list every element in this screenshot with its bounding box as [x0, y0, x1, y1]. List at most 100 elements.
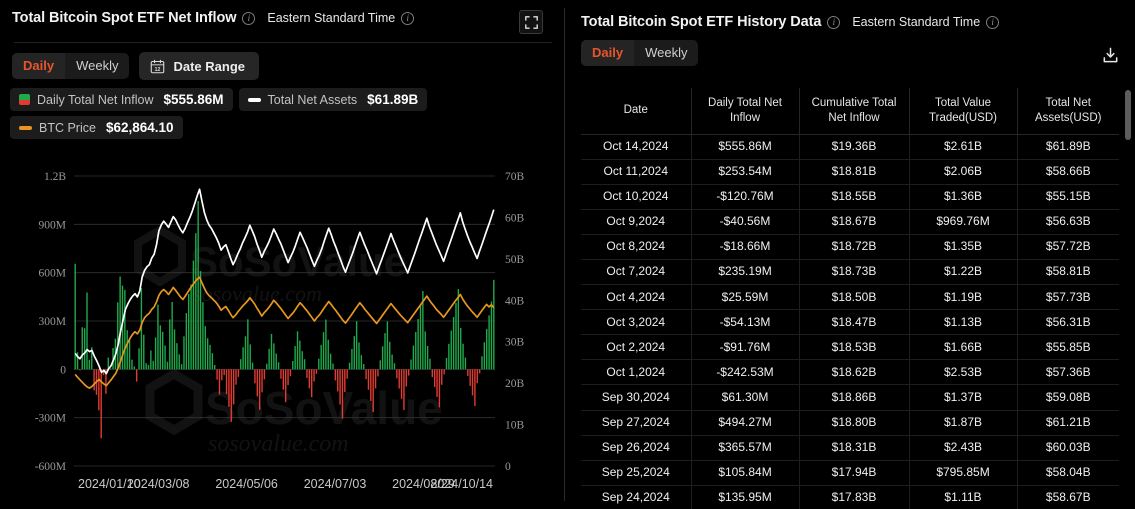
- cell-cumulative-net-inflow: $18.50B: [799, 284, 910, 311]
- table-row[interactable]: Oct 9,2024 -$40.56M $18.67B $969.76M $56.63B: [581, 209, 1119, 235]
- col-header-cumulative-net-inflow[interactable]: Cumulative Total Net Inflow: [799, 88, 910, 135]
- legend-total-net-assets[interactable]: Total Net Assets $61.89B: [238, 88, 428, 111]
- table-scrollbar-track[interactable]: [1125, 88, 1133, 509]
- cell-total-net-assets: $57.36B: [1017, 359, 1119, 386]
- period-daily[interactable]: Daily: [12, 53, 66, 79]
- legend-daily-net-inflow[interactable]: Daily Total Net Inflow $555.86M: [10, 88, 233, 111]
- table-row[interactable]: Oct 10,2024 -$120.76M $18.55B $1.36B $55.15B: [581, 184, 1119, 210]
- cell-daily-net-inflow: -$91.76M: [691, 334, 800, 361]
- cell-total-net-assets: $61.21B: [1017, 410, 1119, 436]
- legend-value-btc: $62,864.10: [105, 120, 174, 135]
- date-range-button[interactable]: 12 Date Range: [139, 52, 259, 80]
- cell-cumulative-net-inflow: $18.53B: [799, 334, 910, 361]
- download-button[interactable]: [1099, 44, 1121, 66]
- table-row[interactable]: Sep 26,2024 $365.57M $18.31B $2.43B $60.03B: [581, 435, 1119, 461]
- period-weekly[interactable]: Weekly: [65, 53, 129, 79]
- table-row[interactable]: Oct 2,2024 -$91.76M $18.53B $1.66B $55.85B: [581, 334, 1119, 361]
- col-header-total-net-assets[interactable]: Total Net Assets(USD): [1017, 88, 1119, 135]
- cell-total-value-traded: $1.36B: [909, 184, 1018, 210]
- history-title: Total Bitcoin Spot ETF History Data: [581, 14, 822, 30]
- table-row[interactable]: Sep 25,2024 $105.84M $17.94B $795.85M $58.04…: [581, 460, 1119, 486]
- cell-daily-net-inflow: -$54.13M: [691, 309, 800, 336]
- cell-total-value-traded: $1.66B: [909, 334, 1018, 361]
- cell-total-net-assets: $57.73B: [1017, 284, 1119, 311]
- table-header-row: Date Daily Total Net Inflow Cumulative T…: [581, 88, 1119, 135]
- table-row[interactable]: Oct 4,2024 $25.59M $18.50B $1.19B $57.73B: [581, 284, 1119, 311]
- cell-date: Sep 27,2024: [581, 410, 692, 436]
- cell-total-value-traded: $1.87B: [909, 410, 1018, 436]
- cell-daily-net-inflow: $494.27M: [691, 410, 800, 436]
- page-title: Total Bitcoin Spot ETF Net Inflow: [12, 10, 237, 26]
- legend-label-assets: Total Net Assets: [267, 92, 358, 107]
- y2-axis-tick: 50B: [505, 254, 525, 266]
- cell-total-net-assets: $56.31B: [1017, 309, 1119, 336]
- table-row[interactable]: Sep 30,2024 $61.30M $18.86B $1.37B $59.08B: [581, 384, 1119, 411]
- cell-date: Oct 1,2024: [581, 359, 692, 386]
- cell-cumulative-net-inflow: $19.36B: [799, 134, 910, 160]
- table-scrollbar-thumb[interactable]: [1125, 90, 1131, 140]
- legend-btc-price[interactable]: BTC Price $62,864.10: [10, 116, 183, 139]
- cell-daily-net-inflow: -$18.66M: [691, 234, 800, 260]
- fullscreen-icon: [524, 15, 538, 29]
- table-row[interactable]: Oct 1,2024 -$242.53M $18.62B $2.53B $57.36B: [581, 359, 1119, 386]
- history-timezone-label: Eastern Standard Time: [852, 15, 981, 29]
- cell-total-net-assets: $61.89B: [1017, 134, 1119, 160]
- x-axis-tick: 2024/10/14: [430, 477, 493, 491]
- timezone-info-icon[interactable]: i: [401, 11, 415, 25]
- table-row[interactable]: Sep 24,2024 $135.95M $17.83B $1.11B $58.67B: [581, 485, 1119, 509]
- cell-date: Oct 14,2024: [581, 134, 692, 160]
- cell-cumulative-net-inflow: $18.80B: [799, 410, 910, 436]
- right-panel-header: Total Bitcoin Spot ETF History Data i Ea…: [565, 0, 1135, 62]
- cell-daily-net-inflow: -$242.53M: [691, 359, 800, 386]
- calendar-icon: 12: [150, 59, 165, 74]
- table-row[interactable]: Oct 7,2024 $235.19M $18.73B $1.22B $58.81B: [581, 259, 1119, 286]
- history-title-info-icon[interactable]: i: [827, 15, 841, 29]
- cell-cumulative-net-inflow: $18.55B: [799, 184, 910, 210]
- table-row[interactable]: Oct 14,2024 $555.86M $19.36B $2.61B $61.89B: [581, 134, 1119, 160]
- left-panel-header: Total Bitcoin Spot ETF Net Inflow i East…: [0, 0, 565, 40]
- y2-axis-tick: 60B: [505, 212, 525, 224]
- col-header-total-value-traded[interactable]: Total Value Traded(USD): [909, 88, 1018, 135]
- table-row[interactable]: Sep 27,2024 $494.27M $18.80B $1.87B $61.21B: [581, 410, 1119, 436]
- cell-total-net-assets: $56.63B: [1017, 209, 1119, 235]
- history-timezone-info-icon[interactable]: i: [986, 15, 1000, 29]
- history-table: Date Daily Total Net Inflow Cumulative T…: [581, 88, 1119, 509]
- cell-date: Oct 8,2024: [581, 234, 692, 260]
- cell-cumulative-net-inflow: $17.83B: [799, 485, 910, 509]
- col-header-daily-net-inflow[interactable]: Daily Total Net Inflow: [691, 88, 800, 135]
- legend-swatch-white-icon: [247, 97, 261, 102]
- fullscreen-button[interactable]: [519, 10, 543, 34]
- legend-value-daily: $555.86M: [163, 92, 224, 107]
- chart-legend: Daily Total Net Inflow $555.86M Total Ne…: [0, 80, 565, 139]
- title-info-icon[interactable]: i: [242, 11, 256, 25]
- cell-daily-net-inflow: $25.59M: [691, 284, 800, 311]
- cell-daily-net-inflow: -$40.56M: [691, 209, 800, 235]
- period-toggle[interactable]: Daily Weekly: [12, 53, 130, 79]
- history-table-container[interactable]: Date Daily Total Net Inflow Cumulative T…: [581, 88, 1119, 509]
- left-title-row: Total Bitcoin Spot ETF Net Inflow i East…: [12, 10, 553, 26]
- y-axis-tick: 1.2B: [44, 171, 66, 183]
- table-row[interactable]: Oct 11,2024 $253.54M $18.81B $2.06B $58.66B: [581, 159, 1119, 185]
- cell-date: Sep 24,2024: [581, 485, 692, 509]
- y-axis-tick: -600M: [35, 461, 66, 473]
- download-icon: [1103, 47, 1117, 62]
- cell-daily-net-inflow: $135.95M: [691, 485, 800, 509]
- cell-cumulative-net-inflow: $18.72B: [799, 234, 910, 260]
- cell-date: Oct 2,2024: [581, 334, 692, 361]
- y-axis-tick: 600M: [39, 268, 66, 280]
- table-row[interactable]: Oct 8,2024 -$18.66M $18.72B $1.35B $57.72B: [581, 234, 1119, 260]
- x-axis-tick: 2024/07/03: [304, 477, 367, 491]
- cell-total-value-traded: $969.76M: [909, 209, 1018, 235]
- col-header-date[interactable]: Date: [581, 88, 692, 135]
- cell-total-net-assets: $57.72B: [1017, 234, 1119, 260]
- history-period-toggle[interactable]: Daily Weekly: [581, 40, 699, 66]
- svg-text:sosovalue.com: sosovalue.com: [208, 431, 349, 457]
- table-row[interactable]: Oct 3,2024 -$54.13M $18.47B $1.13B $56.31B: [581, 309, 1119, 336]
- cell-total-net-assets: $55.15B: [1017, 184, 1119, 210]
- history-period-weekly[interactable]: Weekly: [634, 40, 698, 66]
- chart-canvas[interactable]: SoSoValue sosovalue.com SoSoValue sosovalue…: [0, 166, 565, 509]
- cell-total-value-traded: $2.53B: [909, 359, 1018, 386]
- cell-total-value-traded: $1.22B: [909, 259, 1018, 286]
- y2-axis-tick: 0: [505, 461, 511, 473]
- history-period-daily[interactable]: Daily: [581, 40, 635, 66]
